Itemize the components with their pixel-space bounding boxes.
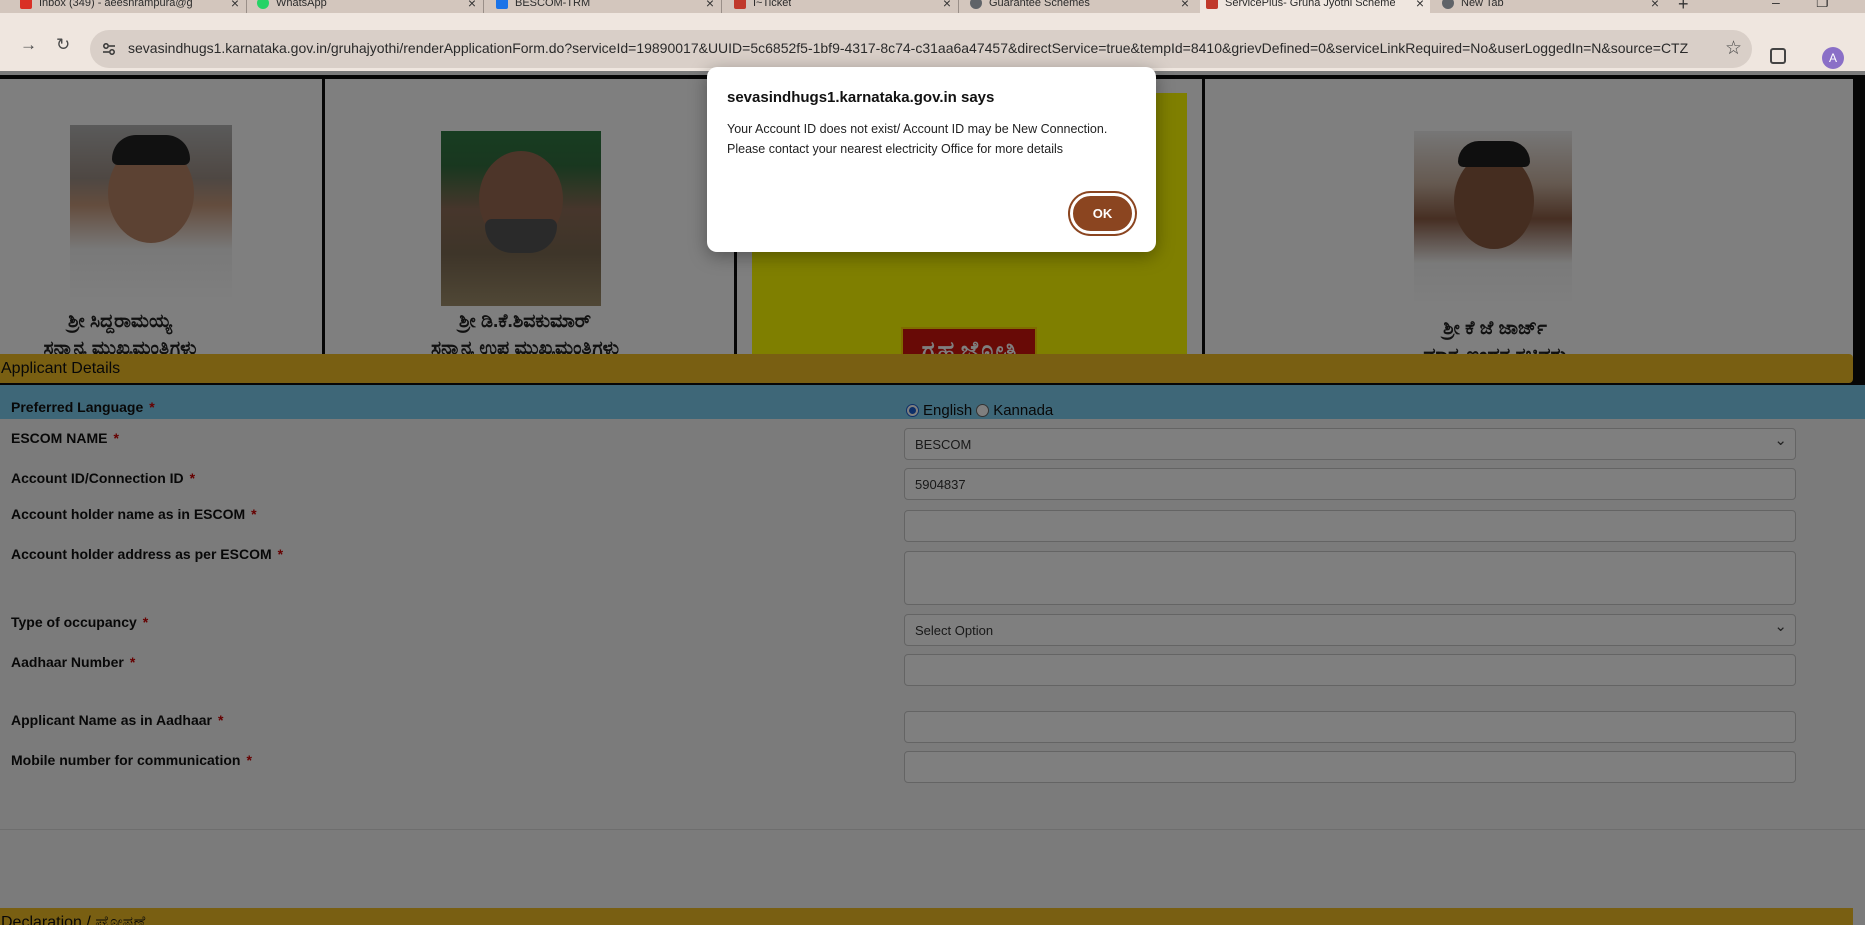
bescom-icon xyxy=(496,0,508,9)
close-icon[interactable]: × xyxy=(1181,0,1189,11)
serviceplus-icon xyxy=(1206,0,1218,9)
globe-icon xyxy=(1442,0,1454,9)
tab-label: Inbox (349) - aeesnrampura@g xyxy=(39,0,193,9)
site-info-icon[interactable] xyxy=(101,41,117,57)
dialog-message-line-1: Your Account ID does not exist/ Account … xyxy=(727,122,1108,136)
tab-separator xyxy=(483,0,484,13)
tab-label: ServicePlus- Gruha Jyothi Scheme xyxy=(1225,0,1395,9)
close-icon[interactable]: × xyxy=(1651,0,1659,11)
new-tab-plus-icon[interactable]: + xyxy=(1678,0,1689,13)
tab-bescom-trm[interactable]: BESCOM-TRM × xyxy=(496,0,720,13)
tab-guarantee-schemes[interactable]: Guarantee Schemes × xyxy=(970,0,1195,13)
dialog-message: Your Account ID does not exist/ Account … xyxy=(727,119,1147,159)
whatsapp-icon xyxy=(257,0,269,9)
tab-separator xyxy=(721,0,722,13)
tab-label: BESCOM-TRM xyxy=(515,0,591,9)
alert-dialog: sevasindhugs1.karnataka.gov.in says Your… xyxy=(707,67,1156,252)
close-icon[interactable]: × xyxy=(943,0,951,11)
tab-new-tab[interactable]: New Tab × xyxy=(1442,0,1665,13)
minimize-icon[interactable]: – xyxy=(1772,0,1780,10)
address-bar[interactable]: sevasindhugs1.karnataka.gov.in/gruhajyot… xyxy=(90,30,1752,68)
tab-serviceplus-active[interactable]: ServicePlus- Gruha Jyothi Scheme × xyxy=(1200,0,1430,13)
close-icon[interactable]: × xyxy=(468,0,476,11)
tab-label: New Tab xyxy=(1461,0,1504,9)
extensions-icon[interactable] xyxy=(1770,48,1786,64)
restore-icon[interactable]: ❐ xyxy=(1816,0,1829,11)
dialog-message-line-2: Please contact your nearest electricity … xyxy=(727,142,1064,156)
ok-button[interactable]: OK xyxy=(1070,193,1135,234)
tab-label: WhatsApp xyxy=(276,0,327,9)
reload-icon[interactable]: ↻ xyxy=(56,35,70,55)
tab-gmail[interactable]: Inbox (349) - aeesnrampura@g × xyxy=(20,0,245,13)
bookmark-star-icon[interactable]: ☆ xyxy=(1725,37,1742,60)
dialog-title: sevasindhugs1.karnataka.gov.in says xyxy=(727,89,995,106)
globe-icon xyxy=(970,0,982,9)
gmail-icon xyxy=(20,0,32,9)
tab-label: I~Ticket xyxy=(753,0,792,9)
browser-toolbar: → ↻ sevasindhugs1.karnataka.gov.in/gruha… xyxy=(0,13,1865,71)
tab-label: Guarantee Schemes xyxy=(989,0,1090,9)
tab-whatsapp[interactable]: WhatsApp × xyxy=(257,0,482,13)
forward-icon[interactable]: → xyxy=(20,35,37,55)
ticket-icon xyxy=(734,0,746,9)
tab-iticket[interactable]: I~Ticket × xyxy=(734,0,957,13)
tab-separator xyxy=(246,0,247,13)
tab-separator xyxy=(958,0,959,13)
url-text: sevasindhugs1.karnataka.gov.in/gruhajyot… xyxy=(128,40,1688,56)
close-icon[interactable]: × xyxy=(231,0,239,11)
close-icon[interactable]: × xyxy=(706,0,714,11)
browser-tab-strip: Inbox (349) - aeesnrampura@g × WhatsApp … xyxy=(0,0,1865,13)
close-icon[interactable]: × xyxy=(1416,0,1424,11)
profile-avatar[interactable]: A xyxy=(1822,47,1844,69)
